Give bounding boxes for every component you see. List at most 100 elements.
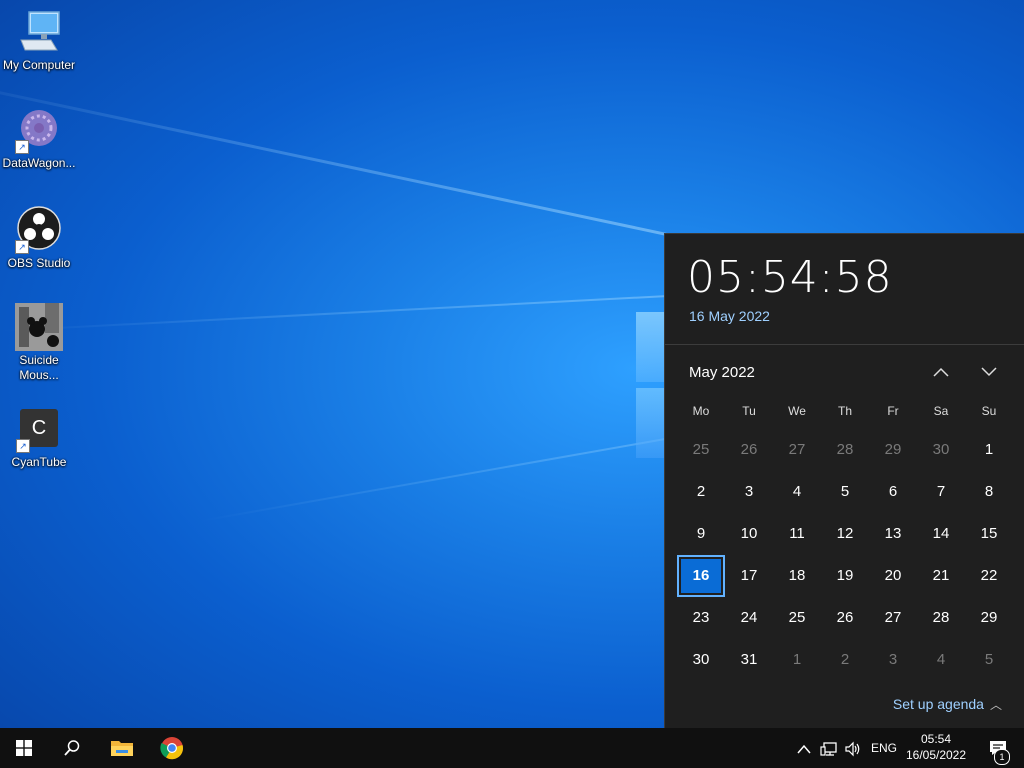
weekday-label: Fr	[887, 404, 899, 418]
calendar-day-grid: 25 26 27 28 29 30 1 2 3 4 5 6 7 8 9 10 11 12 13 14 15 16 17 18 1…	[677, 429, 1013, 681]
volume-button[interactable]	[844, 728, 862, 768]
calendar-day[interactable]: 21	[917, 555, 965, 597]
calendar-day[interactable]: 10	[725, 513, 773, 555]
calendar-day[interactable]: 2	[677, 471, 725, 513]
suicide-mouse-icon	[15, 303, 63, 351]
shortcut-arrow-icon: ↗	[15, 240, 29, 254]
calendar-day[interactable]: 14	[917, 513, 965, 555]
wallpaper-logo	[636, 388, 666, 458]
calendar-day[interactable]: 12	[821, 513, 869, 555]
calendar-day-other-month[interactable]: 25	[677, 429, 725, 471]
calendar-day-other-month[interactable]: 27	[773, 429, 821, 471]
calendar-day[interactable]: 13	[869, 513, 917, 555]
calendar-day[interactable]: 31	[725, 639, 773, 681]
calendar-day[interactable]: 18	[773, 555, 821, 597]
network-button[interactable]	[820, 728, 838, 768]
calendar-month-title[interactable]: May 2022	[689, 364, 755, 381]
weekday-label: Mo	[692, 404, 710, 418]
weekday-label: Sa	[933, 404, 949, 418]
flyout-long-date[interactable]: 16 May 2022	[689, 308, 770, 324]
calendar-day[interactable]: 11	[773, 513, 821, 555]
calendar-day-other-month[interactable]: 28	[821, 429, 869, 471]
calendar-day-other-month[interactable]: 4	[917, 639, 965, 681]
desktop-icon-label: My Computer	[2, 58, 76, 72]
cyantube-icon: C ↗	[16, 409, 58, 453]
calendar-day[interactable]: 30	[677, 639, 725, 681]
calendar-day[interactable]: 28	[917, 597, 965, 639]
chrome-icon	[160, 736, 184, 760]
chevron-up-icon	[933, 367, 949, 377]
desktop-icon-my-computer[interactable]: My Computer	[0, 8, 78, 73]
flyout-divider	[665, 344, 1024, 345]
notification-count-badge: 1	[994, 749, 1010, 765]
calendar-day[interactable]: 20	[869, 555, 917, 597]
wallpaper-beam	[199, 433, 693, 522]
desktop-icon-obs-studio[interactable]: ↗ OBS Studio	[0, 206, 78, 271]
calendar-day-other-month[interactable]: 30	[917, 429, 965, 471]
calendar-day-other-month[interactable]: 3	[869, 639, 917, 681]
obs-icon: ↗	[15, 206, 63, 254]
desktop-icon-cyantube[interactable]: C ↗ CyanTube	[0, 409, 78, 470]
desktop-icon-datawagon[interactable]: ↗ DataWagon...	[0, 106, 78, 171]
calendar-day[interactable]: 29	[965, 597, 1013, 639]
desktop-icon-label: OBS Studio	[7, 256, 71, 270]
folder-icon	[111, 740, 133, 756]
desktop-icon-label: Suicide Mous...	[19, 353, 59, 382]
show-hidden-icons-button[interactable]	[797, 728, 811, 768]
calendar-day[interactable]: 6	[869, 471, 917, 513]
file-explorer-button[interactable]	[98, 728, 146, 768]
calendar-day[interactable]: 26	[821, 597, 869, 639]
weekday-label: Su	[981, 404, 997, 418]
calendar-day[interactable]: 15	[965, 513, 1013, 555]
calendar-day-other-month[interactable]: 29	[869, 429, 917, 471]
shortcut-arrow-icon: ↗	[15, 140, 29, 154]
calendar-day[interactable]: 24	[725, 597, 773, 639]
calendar-day[interactable]: 19	[821, 555, 869, 597]
datawagon-icon: ↗	[15, 106, 63, 154]
calendar-prev-month-button[interactable]	[927, 360, 955, 386]
speaker-icon	[845, 741, 860, 757]
calendar-day[interactable]: 25	[773, 597, 821, 639]
set-up-agenda-link[interactable]: Set up agenda ︿	[893, 696, 1002, 713]
calendar-day-today[interactable]: 16	[677, 555, 725, 597]
agenda-label: Set up agenda	[892, 696, 984, 712]
calendar-day-other-month[interactable]: 5	[965, 639, 1013, 681]
weekday-label: We	[788, 404, 806, 418]
calendar-day[interactable]: 23	[677, 597, 725, 639]
calendar-day[interactable]: 7	[917, 471, 965, 513]
calendar-day[interactable]: 5	[821, 471, 869, 513]
taskbar: ENG 05:54 16/05/2022 1	[0, 728, 1024, 768]
taskbar-clock-time: 05:54	[920, 732, 952, 746]
windows-logo-icon	[16, 739, 32, 756]
calendar-next-month-button[interactable]	[975, 360, 1003, 386]
chevron-up-icon	[797, 745, 811, 754]
calendar-day-other-month[interactable]: 1	[773, 639, 821, 681]
calendar-day[interactable]: 1	[965, 429, 1013, 471]
clock-calendar-flyout: 05:54:58 16 May 2022 May 2022 Mo Tu We T…	[664, 233, 1024, 728]
calendar-day[interactable]: 22	[965, 555, 1013, 597]
search-button[interactable]	[48, 728, 96, 768]
computer-icon	[15, 8, 63, 56]
calendar-day[interactable]: 27	[869, 597, 917, 639]
wallpaper-beam	[0, 293, 700, 332]
wallpaper-logo	[636, 312, 666, 382]
flyout-time: 05:54:58	[687, 252, 893, 303]
calendar-day-other-month[interactable]: 2	[821, 639, 869, 681]
calendar-day[interactable]: 17	[725, 555, 773, 597]
taskbar-clock[interactable]: 05:54 16/05/2022	[902, 731, 970, 763]
chevron-up-icon: ︿	[989, 698, 1002, 712]
chevron-down-icon	[981, 367, 997, 377]
input-language-button[interactable]: ENG	[871, 728, 897, 768]
shortcut-arrow-icon: ↗	[16, 439, 30, 453]
weekday-label: Tu	[742, 404, 756, 418]
start-button[interactable]	[0, 728, 48, 768]
desktop-icon-suicide-mouse[interactable]: Suicide Mous...	[0, 303, 78, 383]
cyantube-letter: C	[31, 417, 47, 439]
chrome-button[interactable]	[148, 728, 196, 768]
calendar-day-other-month[interactable]: 26	[725, 429, 773, 471]
calendar-day[interactable]: 4	[773, 471, 821, 513]
desktop-icon-label: CyanTube	[11, 455, 67, 469]
calendar-day[interactable]: 3	[725, 471, 773, 513]
calendar-day[interactable]: 8	[965, 471, 1013, 513]
calendar-day[interactable]: 9	[677, 513, 725, 555]
